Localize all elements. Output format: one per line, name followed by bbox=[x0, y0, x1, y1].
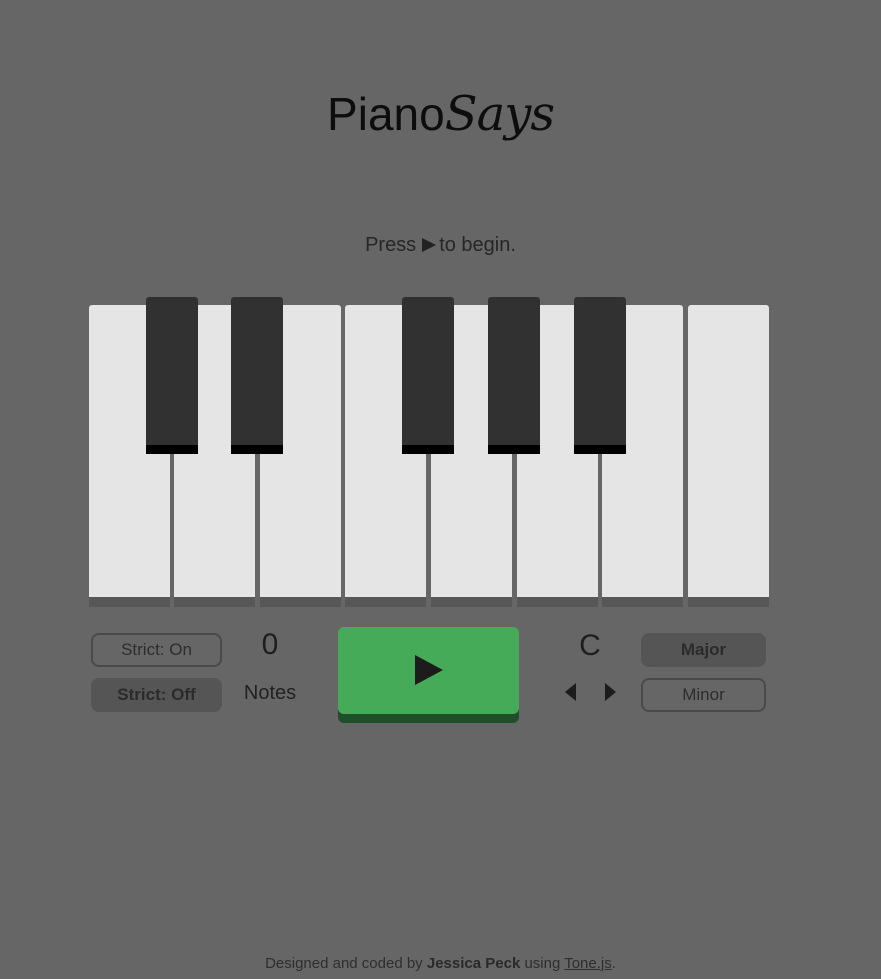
strict-on-button[interactable]: Strict: On bbox=[91, 633, 222, 667]
notes-label: Notes bbox=[243, 682, 297, 704]
footer-credits: Designed and coded by Jessica Peck using… bbox=[0, 955, 881, 972]
footer-suffix: . bbox=[611, 955, 616, 972]
major-button[interactable]: Major bbox=[641, 633, 766, 667]
black-key-4[interactable] bbox=[488, 297, 540, 445]
black-key-2[interactable] bbox=[231, 297, 283, 445]
chevron-right-icon[interactable] bbox=[605, 683, 616, 701]
black-key-1[interactable] bbox=[146, 297, 198, 445]
footer-author: Jessica Peck bbox=[426, 955, 521, 972]
footer-prefix: Designed and coded by bbox=[265, 955, 423, 972]
instruction-before: Press bbox=[365, 234, 417, 256]
instruction-after: to begin. bbox=[439, 234, 516, 256]
black-key-3[interactable] bbox=[402, 297, 454, 445]
title-script: Says bbox=[444, 86, 555, 142]
strict-off-button[interactable]: Strict: Off bbox=[91, 678, 222, 712]
play-button[interactable] bbox=[338, 627, 519, 714]
chevron-left-icon[interactable] bbox=[565, 683, 576, 701]
minor-button[interactable]: Minor bbox=[641, 678, 766, 712]
piano-says-app: PianoSays Press to begin. Strict: On Stri… bbox=[0, 0, 881, 979]
black-key-5[interactable] bbox=[574, 297, 626, 445]
white-key-8[interactable] bbox=[688, 305, 769, 597]
note-count: 0 bbox=[261, 628, 279, 661]
play-icon bbox=[422, 238, 437, 252]
instruction-text: Press to begin. bbox=[0, 234, 881, 257]
footer-middle: using bbox=[524, 955, 561, 972]
title-main: Piano bbox=[327, 88, 445, 140]
play-icon bbox=[415, 655, 443, 685]
tonejs-link[interactable]: Tone.js bbox=[564, 955, 612, 972]
key-name: C bbox=[579, 629, 601, 662]
app-title: PianoSays bbox=[0, 84, 881, 144]
